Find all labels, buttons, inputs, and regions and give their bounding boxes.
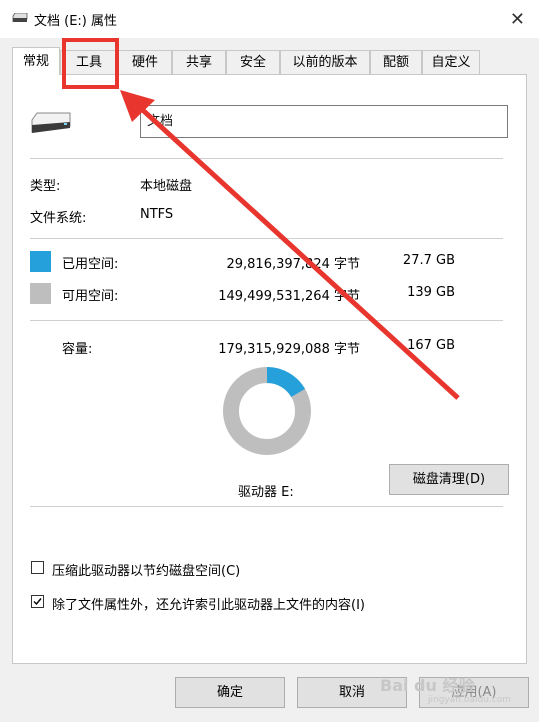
type-value: 本地磁盘	[140, 179, 193, 194]
free-space-swatch	[30, 283, 51, 304]
free-space-size: 139 GB	[407, 285, 455, 300]
tab-security[interactable]: 安全	[226, 50, 280, 74]
type-label: 类型:	[30, 179, 61, 194]
tab-sharing[interactable]: 共享	[172, 50, 226, 74]
tab-general[interactable]: 常规	[12, 47, 60, 75]
capacity-bytes: 179,315,929,088 字节	[218, 342, 360, 357]
drive-name-input[interactable]: 文档	[140, 105, 508, 138]
divider	[30, 238, 503, 239]
disk-cleanup-button[interactable]: 磁盘清理(D)	[389, 464, 509, 495]
tab-hardware[interactable]: 硬件	[118, 50, 172, 74]
drive-icon	[12, 13, 28, 22]
index-checkbox[interactable]	[31, 595, 44, 608]
free-space-label: 可用空间:	[62, 289, 119, 304]
hard-drive-icon	[31, 112, 71, 133]
tab-previous-versions[interactable]: 以前的版本	[280, 50, 370, 74]
compress-checkbox-label: 压缩此驱动器以节约磁盘空间(C)	[52, 564, 241, 579]
close-icon[interactable]: ✕	[510, 9, 525, 30]
disk-usage-donut	[223, 367, 311, 455]
divider	[30, 320, 503, 321]
watermark: Bai du 经验	[380, 676, 475, 695]
used-space-size: 27.7 GB	[402, 253, 455, 268]
index-checkbox-label: 除了文件属性外，还允许索引此驱动器上文件的内容(I)	[52, 598, 365, 613]
checkmark-icon	[33, 598, 42, 606]
filesystem-label: 文件系统:	[30, 211, 87, 226]
divider	[30, 158, 503, 159]
watermark-sub: jingyan.baidu.com	[428, 695, 512, 705]
divider	[30, 506, 503, 507]
used-space-bytes: 29,816,397,824 字节	[226, 257, 360, 272]
tab-customize[interactable]: 自定义	[422, 50, 480, 74]
free-space-bytes: 149,499,531,264 字节	[218, 289, 360, 304]
drive-label: 驱动器 E:	[238, 485, 294, 500]
compress-checkbox[interactable]	[31, 561, 44, 574]
used-space-swatch	[30, 251, 51, 272]
window-title: 文档 (E:) 属性	[34, 14, 118, 29]
used-space-label: 已用空间:	[62, 257, 119, 272]
ok-button[interactable]: 确定	[175, 677, 285, 708]
capacity-label: 容量:	[62, 342, 93, 357]
capacity-size: 167 GB	[407, 338, 455, 353]
title-bar: 文档 (E:) 属性 ✕	[0, 0, 539, 38]
tab-quota[interactable]: 配额	[370, 50, 422, 74]
filesystem-value: NTFS	[140, 207, 174, 222]
tab-tools[interactable]: 工具	[60, 50, 118, 74]
